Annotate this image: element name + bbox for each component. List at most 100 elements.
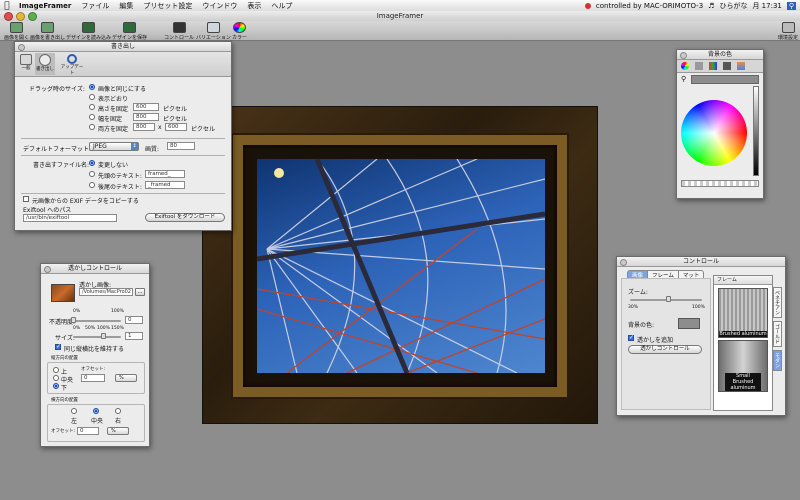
exiftool-path-field[interactable]: /usr/bin/exiftool [23, 214, 117, 222]
size-slider[interactable] [73, 333, 121, 339]
opacity-slider-knob[interactable] [71, 317, 76, 323]
swatch-small-brushed-aluminum[interactable]: Small Brushed aluminum [718, 340, 768, 392]
menu-edit[interactable]: 編集 [114, 1, 138, 11]
vertical-radio-bottom[interactable] [53, 383, 59, 389]
size-radio-fixed-width[interactable] [89, 114, 95, 120]
spotlight-dot-icon[interactable] [584, 2, 591, 9]
color-palette-mode-icon[interactable] [709, 62, 717, 70]
download-exiftool-button[interactable]: Exiftool をダウンロード [145, 213, 225, 222]
menu-presets[interactable]: プリセット設定 [138, 1, 197, 11]
apple-menu-icon[interactable]:  [0, 1, 14, 11]
tab-general[interactable]: 一般 [19, 54, 33, 71]
h-offset-field[interactable]: 0 [77, 427, 99, 435]
keep-ratio-checkbox[interactable]: ✓ [55, 344, 61, 350]
zoom-min: 30% [628, 305, 639, 310]
v-offset-field[interactable]: 0 [81, 374, 105, 382]
remote-status[interactable]: controlled by MAC-ORIMOTO-3 [596, 2, 703, 10]
clock[interactable]: 月 17:31 [752, 1, 781, 11]
background-color-panel: 背景の色 ⚲ [676, 49, 764, 199]
add-watermark-checkbox[interactable]: ✓ [628, 335, 634, 341]
quality-field[interactable]: 80 [167, 142, 195, 150]
zoom-window-button[interactable] [28, 12, 37, 21]
exif-copy-checkbox[interactable] [23, 196, 29, 202]
filename-radio-suffix[interactable] [89, 182, 95, 188]
horizontal-radio-left[interactable] [71, 408, 77, 414]
close-panel-button[interactable] [44, 266, 51, 273]
watermark-path-field[interactable]: /Volumes/MacPro02 [79, 288, 133, 296]
opacity-slider[interactable] [71, 317, 121, 323]
side-tab-gold[interactable]: ゴールド [773, 321, 782, 347]
format-popup[interactable]: JPEG ↕ [89, 142, 139, 151]
spotlight-search-icon[interactable]: ⚲ [786, 1, 796, 10]
watermark-thumbnail[interactable] [51, 284, 75, 302]
tab-export[interactable]: 書き出し [35, 53, 55, 75]
brightness-slider[interactable] [753, 86, 759, 176]
drag-size-label: ドラッグ時のサイズ: [29, 86, 85, 93]
main-window-title: ImageFramer [376, 12, 424, 20]
selected-color-well[interactable] [691, 75, 759, 84]
zoom-slider[interactable] [630, 296, 702, 302]
variation-button[interactable]: バリエーション [196, 22, 231, 41]
tab-update[interactable]: アップデート [59, 54, 85, 76]
opacity-slider-track[interactable] [681, 180, 759, 187]
size-radio-fixed-height[interactable] [89, 104, 95, 110]
frame-list: フレーム Brushed aluminum Small Brushed alum… [713, 275, 773, 411]
zoom-slider-knob[interactable] [666, 296, 671, 302]
filename-radio-prefix[interactable] [89, 171, 95, 177]
close-panel-button[interactable] [680, 52, 687, 59]
export-image-button[interactable]: 画像を書き出し [30, 22, 65, 41]
color-wheel-mode-icon[interactable] [681, 62, 689, 70]
load-design-button[interactable]: デザインを読み込み [66, 22, 111, 41]
color-wheel[interactable] [681, 100, 747, 166]
size-tick-100: 100% [97, 326, 110, 331]
swatch-brushed-aluminum[interactable]: Brushed aluminum [718, 288, 768, 338]
menu-app-name[interactable]: ImageFramer [14, 2, 76, 10]
close-panel-button[interactable] [620, 259, 627, 266]
vertical-radio-top[interactable] [53, 367, 59, 373]
size-slider-knob[interactable] [101, 333, 106, 339]
fixed-width-field[interactable]: 800 [133, 113, 159, 121]
size-field[interactable]: 1 [125, 332, 143, 340]
open-image-button[interactable]: 画像を開く [4, 22, 29, 41]
filename-radio-unchanged[interactable] [89, 160, 95, 166]
size-radio-fixed-both[interactable] [89, 124, 95, 130]
size-option-fixed-both: 両方を固定 [98, 126, 129, 133]
menu-view[interactable]: 表示 [242, 1, 266, 11]
minimize-window-button[interactable] [16, 12, 25, 21]
color-panel-title: 背景の色 [707, 51, 732, 58]
close-window-button[interactable] [4, 12, 13, 21]
vertical-radio-center[interactable] [53, 375, 59, 381]
image-palette-mode-icon[interactable] [723, 62, 731, 70]
divider [21, 193, 225, 194]
close-panel-button[interactable] [18, 44, 25, 51]
suffix-field[interactable]: _framed [145, 181, 185, 189]
both-height-field[interactable]: 600 [165, 123, 187, 131]
horizontal-radio-right[interactable] [115, 408, 121, 414]
both-width-field[interactable]: 800 [133, 123, 155, 131]
size-radio-display[interactable] [89, 94, 95, 100]
color-sliders-mode-icon[interactable] [695, 62, 703, 70]
v-offset-unit-popup[interactable]: % [115, 374, 137, 382]
control-button[interactable]: コントロール [164, 22, 194, 41]
magnifier-icon[interactable]: ⚲ [681, 75, 686, 83]
fixed-height-field[interactable]: 600 [133, 103, 159, 111]
crayons-mode-icon[interactable] [737, 62, 745, 70]
browse-button[interactable]: ... [135, 288, 145, 296]
menu-window[interactable]: ウインドウ [197, 1, 242, 11]
watermark-control-button[interactable]: 透かしコントロール [628, 345, 702, 354]
bg-color-well[interactable] [678, 318, 700, 329]
menu-file[interactable]: ファイル [76, 1, 114, 11]
color-button[interactable]: カラー [232, 22, 247, 41]
horizontal-radio-center[interactable] [93, 408, 99, 414]
prefix-field[interactable]: framed_ [145, 170, 185, 178]
volume-icon[interactable]: ♬ [708, 2, 714, 10]
preferences-button[interactable]: 環境設定 [778, 22, 798, 41]
h-offset-unit-popup[interactable]: % [107, 427, 129, 435]
side-tab-venetian[interactable]: ベネチアン [773, 287, 782, 318]
menu-help[interactable]: ヘルプ [266, 1, 297, 11]
side-tab-modern[interactable]: モダン [773, 350, 782, 371]
opacity-field[interactable]: 0 [125, 316, 143, 324]
size-radio-same[interactable] [89, 84, 95, 90]
input-method-menu[interactable]: ひらがな [719, 1, 747, 11]
save-design-button[interactable]: デザインを保存 [112, 22, 147, 41]
